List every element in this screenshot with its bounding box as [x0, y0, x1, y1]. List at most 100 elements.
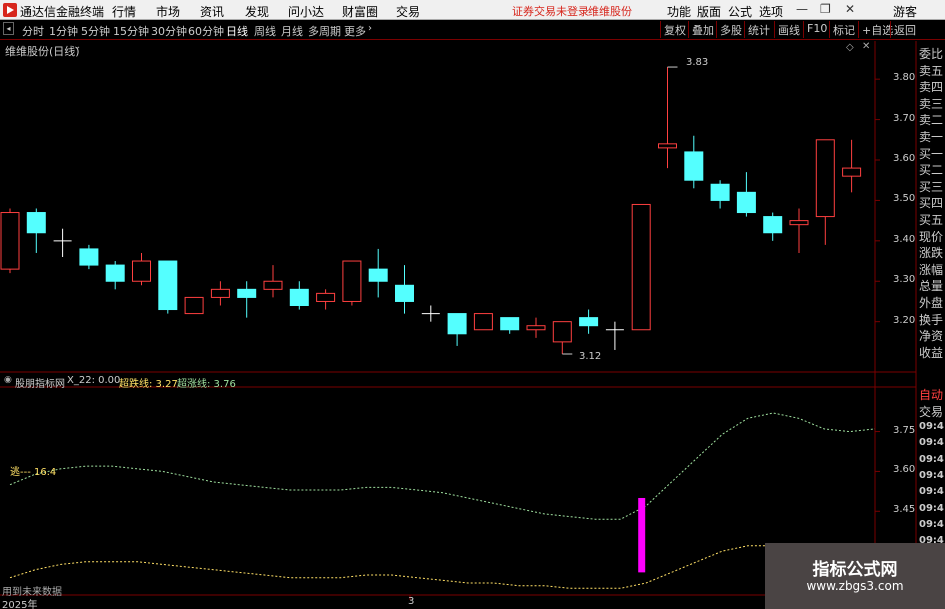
- trade-login-status[interactable]: 证券交易未登录: [512, 3, 589, 19]
- minimize-icon[interactable]: —: [796, 2, 808, 16]
- candle: [684, 135, 704, 189]
- btn-tongji[interactable]: 统计: [744, 21, 773, 38]
- period-5min[interactable]: 5分钟: [81, 23, 110, 39]
- period-30min[interactable]: 30分钟: [151, 23, 187, 39]
- menu-xuanxiang[interactable]: 选项: [759, 3, 783, 20]
- auto-toggle-button[interactable]: 自动: [919, 386, 945, 403]
- candle: [26, 208, 46, 253]
- period-daily[interactable]: 日线: [226, 23, 248, 39]
- site-watermark: 指标公式网 www.zbgs3.com: [765, 543, 945, 609]
- period-15min[interactable]: 15分钟: [113, 23, 149, 39]
- low-price-mark: 3.12: [579, 351, 602, 362]
- indicator-tick-label: 3.75: [893, 424, 916, 436]
- menu-jiaoyi[interactable]: 交易: [396, 3, 420, 20]
- indicator-chaodie: 超跌线: 3.27: [119, 379, 178, 390]
- candle: [815, 139, 835, 245]
- period-1min[interactable]: 1分钟: [49, 23, 78, 39]
- candle-body-down: [395, 284, 414, 302]
- chart-canvas[interactable]: [0, 41, 945, 609]
- toggle-panel-icon[interactable]: ◂: [3, 22, 14, 35]
- quote-label: 卖五: [919, 63, 944, 78]
- period-fenshi[interactable]: 分时: [22, 23, 44, 39]
- candle: [579, 309, 599, 334]
- trade-time: 09:41: [919, 486, 945, 498]
- menu-hangqing[interactable]: 行情: [112, 3, 136, 20]
- trade-button[interactable]: 交易: [919, 403, 945, 420]
- panel-options-icon[interactable]: ◇: [846, 42, 854, 53]
- candle: [237, 281, 257, 318]
- btn-duogu[interactable]: 多股: [716, 21, 745, 38]
- chaozhang-line: [9, 412, 876, 520]
- btn-huaxian[interactable]: 画线: [774, 21, 803, 38]
- indicator-tick-label: 3.60: [893, 464, 916, 476]
- candle-body-up: [132, 260, 151, 282]
- indicator-name: 股朋指标网: [15, 379, 65, 390]
- period-60min[interactable]: 60分钟: [188, 23, 224, 39]
- quote-label: 净资: [919, 329, 944, 344]
- candle: [0, 208, 20, 274]
- price-tick-label: 3.50: [893, 193, 916, 205]
- panel-title-dropdown-icon[interactable]: ⌄: [73, 41, 81, 52]
- btn-fanhui[interactable]: 返回: [890, 21, 919, 38]
- candle-body-down: [500, 317, 520, 331]
- trade-time: 09:41: [919, 502, 945, 514]
- current-stock-name: 维维股份: [588, 5, 632, 18]
- trade-time: 09:41: [919, 453, 945, 465]
- watermark-url: www.zbgs3.com: [806, 579, 904, 593]
- quote-label: 买四: [919, 196, 944, 211]
- panel-close-icon[interactable]: ✕: [862, 41, 870, 52]
- period-weekly[interactable]: 周线: [254, 23, 276, 39]
- indicator-series: [9, 412, 876, 589]
- candle-body-up: [210, 288, 230, 298]
- candle: [500, 317, 520, 334]
- candle-body-up: [631, 203, 651, 331]
- period-monthly[interactable]: 月线: [281, 23, 303, 39]
- signal-bar: [638, 497, 646, 573]
- menu-caifuquan[interactable]: 财富圈: [342, 3, 378, 20]
- btn-diejia[interactable]: 叠加: [688, 21, 717, 38]
- indicator-note: 逃--- 16.4: [10, 467, 57, 478]
- price-tick-label: 3.20: [893, 314, 916, 326]
- user-guest[interactable]: 游客: [893, 3, 917, 20]
- period-more[interactable]: 更多: [344, 23, 366, 39]
- candle: [184, 296, 204, 315]
- indicator-options-icon[interactable]: ◉: [4, 375, 12, 385]
- trade-time: 09:41: [919, 421, 945, 432]
- price-tick-label: 3.60: [893, 153, 916, 164]
- quote-label: 委比: [919, 47, 944, 61]
- quote-label: 收益: [919, 345, 944, 360]
- candle: [763, 212, 783, 241]
- restore-icon[interactable]: ❐: [820, 2, 831, 16]
- menu-gongneng[interactable]: 功能: [667, 3, 691, 20]
- quote-label: 买一: [919, 146, 944, 161]
- menu-shichang[interactable]: 市场: [156, 3, 180, 20]
- price-tick-label: 3.80: [893, 72, 916, 84]
- candle: [368, 248, 388, 298]
- more-chevron-icon[interactable]: ›: [368, 23, 372, 34]
- candle: [158, 260, 178, 314]
- candle-body-up: [0, 212, 20, 270]
- close-icon[interactable]: ✕: [845, 2, 855, 16]
- candle-body-up: [815, 139, 835, 218]
- candle: [289, 281, 309, 310]
- candle: [473, 313, 493, 331]
- menu-wenxiaoda[interactable]: 问小达: [288, 3, 324, 20]
- btn-fuquan[interactable]: 复权: [660, 21, 689, 38]
- menu-gongshi[interactable]: 公式: [728, 3, 752, 20]
- indicator-chaozhang: 超涨线: 3.76: [177, 379, 236, 390]
- period-multi[interactable]: 多周期: [308, 23, 341, 39]
- candle: [631, 203, 651, 331]
- menu-zixun[interactable]: 资讯: [200, 3, 224, 20]
- quote-label: 卖三: [919, 96, 944, 111]
- candle-body-up: [342, 260, 362, 302]
- candle-body-up: [184, 296, 204, 315]
- menu-faxian[interactable]: 发现: [245, 3, 269, 20]
- btn-biaoji[interactable]: 标记: [829, 21, 858, 38]
- candle: [105, 261, 125, 290]
- candle: [53, 228, 72, 257]
- btn-f10[interactable]: F10: [803, 21, 830, 38]
- menu-banmian[interactable]: 版面: [697, 3, 721, 20]
- high-price-mark: 3.83: [686, 57, 709, 68]
- candle: [316, 289, 336, 310]
- candle-body-down: [105, 264, 125, 282]
